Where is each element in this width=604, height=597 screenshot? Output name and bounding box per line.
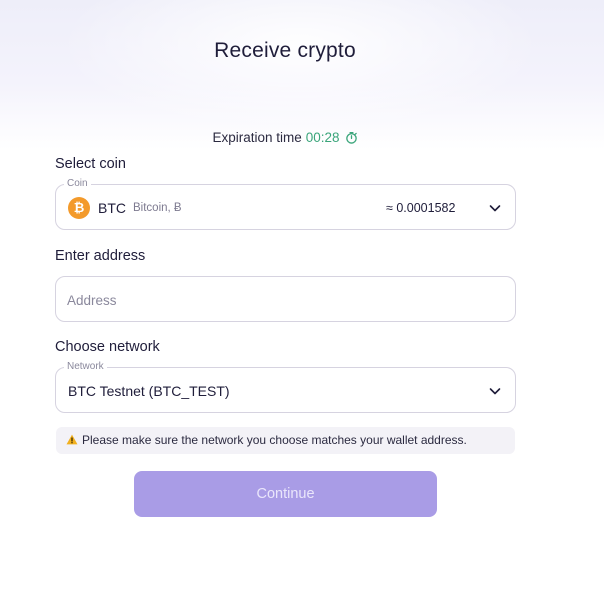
expiration-timer: Expiration time 00:28 xyxy=(0,130,570,147)
coin-amount: ≈ 0.0001582 xyxy=(386,201,456,215)
warning-text: Please make sure the network you choose … xyxy=(82,433,467,447)
header-background xyxy=(0,0,604,150)
coin-legend: Coin xyxy=(64,178,91,189)
address-input[interactable] xyxy=(67,289,497,311)
warning-icon xyxy=(66,428,78,455)
chevron-down-icon[interactable] xyxy=(488,201,502,215)
select-coin-label: Select coin xyxy=(55,156,126,172)
bitcoin-icon: ₿ xyxy=(68,197,90,219)
continue-button[interactable]: Continue xyxy=(134,471,437,517)
coin-name: Bitcoin, Ƀ xyxy=(133,202,182,214)
choose-network-label: Choose network xyxy=(55,339,160,355)
coin-symbol: BTC xyxy=(98,200,126,216)
network-value: BTC Testnet (BTC_TEST) xyxy=(68,383,230,399)
network-select[interactable]: Network BTC Testnet (BTC_TEST) xyxy=(55,361,516,413)
network-warning: Please make sure the network you choose … xyxy=(56,427,515,454)
enter-address-label: Enter address xyxy=(55,248,146,264)
chevron-down-icon[interactable] xyxy=(488,384,502,398)
coin-select[interactable]: Coin ₿ BTC Bitcoin, Ƀ ≈ 0.0001582 xyxy=(55,178,516,230)
address-field[interactable] xyxy=(55,276,516,322)
expiration-label: Expiration time xyxy=(212,130,302,145)
network-legend: Network xyxy=(64,361,107,372)
expiration-time: 00:28 xyxy=(305,130,340,145)
page-title: Receive crypto xyxy=(214,39,356,62)
timer-icon xyxy=(345,131,358,147)
